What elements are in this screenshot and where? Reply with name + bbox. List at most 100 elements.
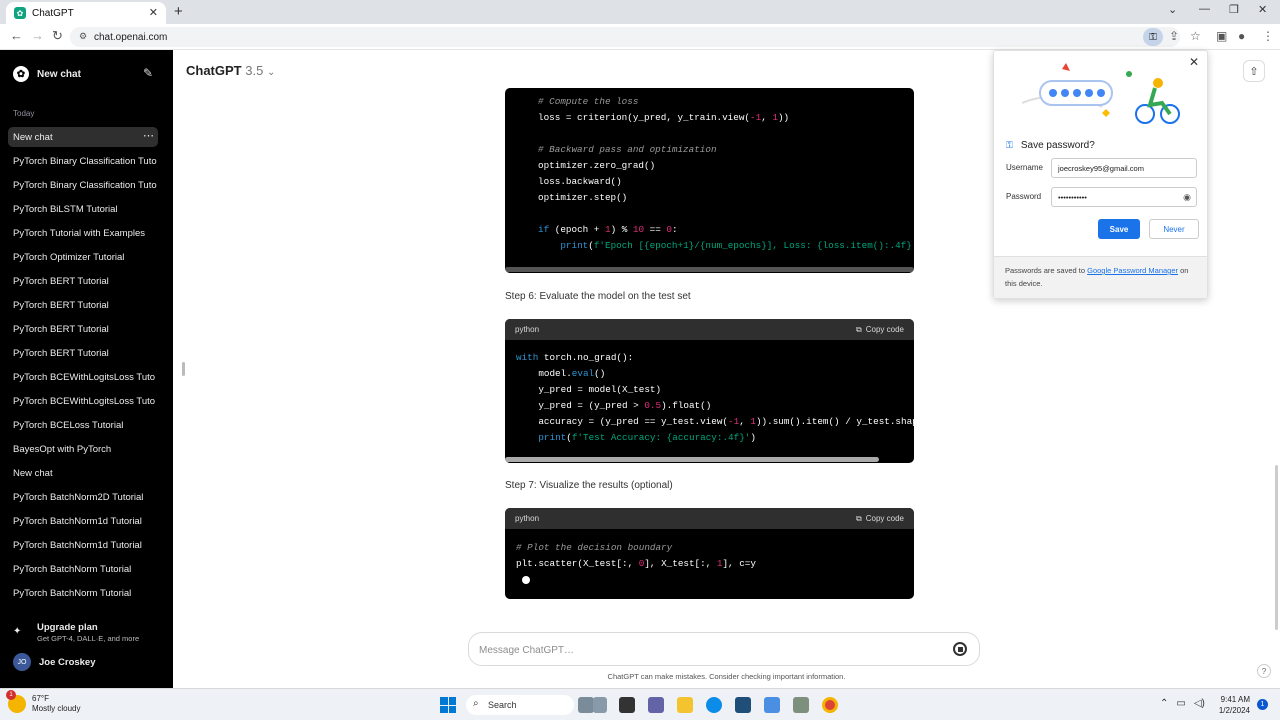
- site-info-icon[interactable]: ⚙: [79, 31, 87, 42]
- vscode-icon[interactable]: [764, 697, 780, 713]
- teams-chat-icon[interactable]: [648, 697, 664, 713]
- sidebar-chat-item[interactable]: PyTorch BERT Tutorial: [8, 319, 158, 339]
- password-illustration-icon: [1022, 63, 1180, 124]
- edge-browser-icon[interactable]: [706, 697, 722, 713]
- start-windows-icon[interactable]: [440, 697, 456, 713]
- message-input[interactable]: [479, 641, 919, 659]
- help-icon[interactable]: ?: [1257, 664, 1271, 678]
- sidebar-chat-item[interactable]: BayesOpt with PyTorch: [8, 439, 158, 459]
- file-explorer-icon[interactable]: [677, 697, 693, 713]
- tab-search-icon[interactable]: ⌄: [1168, 3, 1177, 16]
- system-tray: ⌃ ▭ ◁): [1160, 698, 1205, 709]
- sidebar-chat-item[interactable]: PyTorch BatchNorm2D Tutorial: [8, 487, 158, 507]
- dialog-title: ⚿ Save password?: [1006, 140, 1095, 151]
- sidebar-item-label: New chat: [13, 131, 53, 143]
- volume-icon[interactable]: ◁): [1194, 698, 1205, 709]
- notification-badge[interactable]: 1: [1257, 699, 1268, 710]
- new-chat-button[interactable]: ✿ New chat: [13, 66, 81, 82]
- sidebar-chat-item[interactable]: New chat: [8, 463, 158, 483]
- code-language: python: [515, 514, 540, 523]
- code-header: python ⧉ Copy code: [505, 508, 914, 529]
- step7-text: Step 7: Visualize the results (optional): [505, 480, 673, 491]
- sidebar-chat-item[interactable]: PyTorch BatchNorm Tutorial: [8, 583, 158, 603]
- sidebar-chat-item[interactable]: PyTorch BatchNorm Tutorial: [8, 559, 158, 579]
- sidebar-item-label: PyTorch BCEWithLogitsLoss Tuto: [13, 371, 156, 383]
- url-field[interactable]: ⚙ chat.openai.com: [70, 27, 1180, 47]
- new-tab-icon[interactable]: +: [174, 3, 183, 20]
- show-password-eye-icon[interactable]: ◉: [1183, 192, 1191, 203]
- code-block-training: # Compute the loss loss = criterion(y_pr…: [505, 88, 914, 273]
- sidebar-chat-item[interactable]: PyTorch BCEWithLogitsLoss Tuto: [8, 367, 158, 387]
- back-icon[interactable]: ←: [10, 28, 23, 43]
- username-field[interactable]: joecroskey95@gmail.com: [1051, 158, 1197, 178]
- weather-widget[interactable]: 1 67°F Mostly cloudy: [6, 690, 81, 714]
- model-name: ChatGPT: [186, 63, 242, 78]
- weather-description: Mostly cloudy: [32, 704, 81, 713]
- sidebar-chat-item[interactable]: New chat ⋯: [8, 127, 158, 147]
- side-panel-icon[interactable]: ▣: [1216, 29, 1227, 43]
- close-tab-icon[interactable]: ✕: [149, 6, 158, 19]
- minimize-icon[interactable]: —: [1199, 3, 1210, 15]
- taskbar-clock[interactable]: 9:41 AM 1/2/2024: [1214, 694, 1250, 716]
- taskbar-search[interactable]: ⌕ Search: [466, 695, 574, 715]
- address-bar-row: ← → ↻ ⚙ chat.openai.com ⇪ ☆ ▣ ● ⋮: [0, 24, 1280, 50]
- sidebar-chat-item[interactable]: PyTorch BERT Tutorial: [8, 295, 158, 315]
- maximize-icon[interactable]: ❐: [1229, 3, 1239, 16]
- sidebar-chat-item[interactable]: PyTorch Binary Classification Tuto: [8, 151, 158, 171]
- sidebar-chat-item[interactable]: PyTorch BCELoss Tutorial: [8, 415, 158, 435]
- browser-tab[interactable]: ✿ ChatGPT ✕: [6, 2, 166, 24]
- compose-icon[interactable]: ✎: [143, 66, 153, 80]
- task-view-icon[interactable]: [578, 697, 594, 713]
- sidebar-chat-item[interactable]: PyTorch BatchNorm1d Tutorial: [8, 535, 158, 555]
- share-chat-button[interactable]: ⇧: [1243, 60, 1265, 82]
- sidebar-chat-item[interactable]: PyTorch Optimizer Tutorial: [8, 247, 158, 267]
- sidebar-item-label: PyTorch BERT Tutorial: [13, 347, 109, 359]
- sidebar-item-label: PyTorch BatchNorm1d Tutorial: [13, 539, 142, 551]
- microsoft-store-icon[interactable]: [735, 697, 751, 713]
- sidebar-chat-item[interactable]: PyTorch BiLSTM Tutorial: [8, 199, 158, 219]
- more-options-icon[interactable]: ⋯: [143, 129, 154, 142]
- password-manager-link[interactable]: Google Password Manager: [1087, 266, 1178, 275]
- code-block-evaluate: python ⧉ Copy code with torch.no_grad(): …: [505, 319, 914, 463]
- sidebar-chat-item[interactable]: PyTorch BERT Tutorial: [8, 271, 158, 291]
- new-chat-label: New chat: [37, 68, 81, 80]
- app-icon[interactable]: [793, 697, 809, 713]
- chevron-down-icon: ⌄: [266, 67, 276, 78]
- stop-generating-button[interactable]: [953, 642, 967, 656]
- sidebar-chat-item[interactable]: PyTorch BERT Tutorial: [8, 343, 158, 363]
- copy-code-button[interactable]: ⧉ Copy code: [856, 325, 904, 335]
- copy-code-button[interactable]: ⧉ Copy code: [856, 514, 904, 524]
- password-key-icon[interactable]: ⚿: [1143, 28, 1163, 46]
- share-page-icon[interactable]: ⇪: [1169, 29, 1179, 43]
- widgets-icon[interactable]: [593, 697, 607, 713]
- sidebar-chat-item[interactable]: PyTorch Tutorial with Examples: [8, 223, 158, 243]
- clipboard-icon: ⧉: [856, 324, 862, 334]
- close-window-icon[interactable]: ✕: [1258, 3, 1267, 16]
- horizontal-scrollbar[interactable]: [505, 267, 914, 272]
- sidebar-chat-item[interactable]: PyTorch BCEWithLogitsLoss Tuto: [8, 391, 158, 411]
- chevron-up-icon[interactable]: ⌃: [1160, 698, 1168, 709]
- clock-time: 9:41 AM: [1220, 695, 1250, 704]
- collapse-sidebar-handle[interactable]: [182, 362, 185, 376]
- terminal-icon[interactable]: [619, 697, 635, 713]
- reload-icon[interactable]: ↻: [52, 28, 63, 44]
- sidebar-chat-item[interactable]: PyTorch Binary Classification Tuto: [8, 175, 158, 195]
- never-save-button[interactable]: Never: [1149, 219, 1199, 239]
- sidebar-item-label: PyTorch Binary Classification Tuto: [13, 179, 157, 191]
- browser-menu-icon[interactable]: ⋮: [1262, 29, 1274, 43]
- disclaimer-text: ChatGPT can make mistakes. Consider chec…: [607, 672, 846, 681]
- model-selector[interactable]: ChatGPT 3.5 ⌄: [186, 63, 275, 78]
- horizontal-scrollbar[interactable]: [505, 457, 879, 462]
- forward-icon[interactable]: →: [31, 28, 44, 43]
- user-menu[interactable]: JO Joe Croskey: [13, 653, 96, 671]
- bookmark-star-icon[interactable]: ☆: [1190, 29, 1201, 43]
- sidebar-item-label: BayesOpt with PyTorch: [13, 443, 112, 455]
- chrome-browser-icon[interactable]: [822, 697, 838, 713]
- network-icon[interactable]: ▭: [1176, 698, 1185, 709]
- password-field[interactable]: ••••••••••• ◉: [1051, 187, 1197, 207]
- profile-icon[interactable]: ●: [1238, 29, 1245, 43]
- page-scrollbar[interactable]: [1275, 465, 1278, 630]
- save-password-button[interactable]: Save: [1098, 219, 1140, 239]
- sidebar-chat-item[interactable]: PyTorch BatchNorm1d Tutorial: [8, 511, 158, 531]
- sidebar-item-label: PyTorch BiLSTM Tutorial: [13, 203, 118, 215]
